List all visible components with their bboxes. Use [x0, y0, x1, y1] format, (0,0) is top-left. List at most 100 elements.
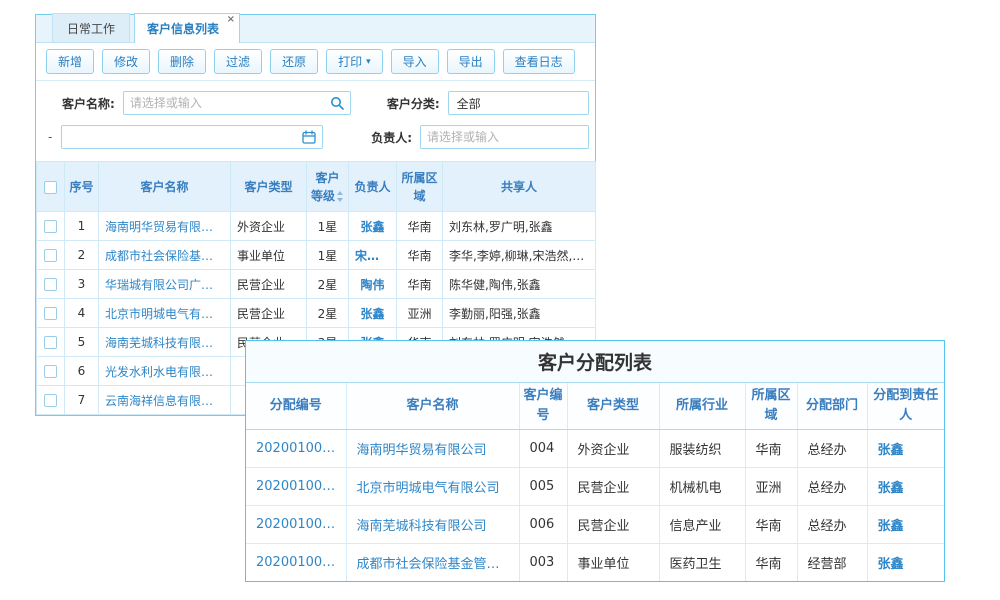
calendar-icon[interactable] — [302, 130, 316, 144]
cell-name[interactable]: 海南芜城科技有限公司 — [346, 505, 519, 543]
cell-dept: 总经办 — [797, 467, 867, 505]
col-header-type[interactable]: 客户类型 — [231, 162, 307, 212]
customer-category-value: 全部 — [457, 95, 481, 112]
cell-name[interactable]: 北京市明城电气有限公司 — [99, 299, 231, 328]
cell-shared: 李华,李婷,柳琳,宋浩然,张鑫 — [443, 241, 596, 270]
row-checkbox[interactable] — [44, 278, 57, 291]
row-checkbox[interactable] — [44, 394, 57, 407]
cell-id[interactable]: 2020010005 — [246, 467, 346, 505]
row-checkbox[interactable] — [44, 249, 57, 262]
cell-level: 2星 — [307, 299, 349, 328]
cell-name[interactable]: 海南芜城科技有限公司 — [99, 328, 231, 357]
col-header-name[interactable]: 客户名称 — [99, 162, 231, 212]
restore-button[interactable]: 还原 — [270, 49, 318, 74]
customer-category-select[interactable]: 全部 — [448, 91, 589, 115]
cell-region: 华南 — [745, 505, 797, 543]
col-header-region[interactable]: 所属区域 — [397, 162, 443, 212]
cell-assignee[interactable]: 张鑫 — [867, 543, 944, 581]
customer-name-input[interactable] — [124, 96, 330, 110]
cell-shared: 刘东林,罗广明,张鑫 — [443, 212, 596, 241]
checkbox-cell — [37, 357, 65, 386]
col-header-industry: 所属行业 — [659, 383, 745, 429]
print-button[interactable]: 打印 ▾ — [326, 49, 383, 74]
row-checkbox[interactable] — [44, 365, 57, 378]
cell-industry: 信息产业 — [659, 505, 745, 543]
new-button[interactable]: 新增 — [46, 49, 94, 74]
search-icon[interactable] — [330, 96, 344, 110]
date-input[interactable] — [62, 130, 302, 144]
owner-input[interactable] — [421, 130, 588, 144]
table-row: 4北京市明城电气有限公司民营企业2星张鑫亚洲李勤丽,阳强,张鑫 — [37, 299, 596, 328]
cell-name[interactable]: 华瑞城有限公司广告设计部 — [99, 270, 231, 299]
allocation-panel-title: 客户分配列表 — [246, 341, 944, 383]
export-button[interactable]: 导出 — [447, 49, 495, 74]
cell-id[interactable]: 2020010006 — [246, 429, 346, 467]
cell-owner[interactable]: 陶伟 — [349, 270, 397, 299]
cell-region: 亚洲 — [397, 299, 443, 328]
cell-id[interactable]: 2020010001 — [246, 543, 346, 581]
cell-region: 华南 — [397, 212, 443, 241]
cell-region: 华南 — [397, 241, 443, 270]
cell-no: 3 — [65, 270, 99, 299]
cell-type: 外资企业 — [231, 212, 307, 241]
cell-dept: 总经办 — [797, 429, 867, 467]
filter-button[interactable]: 过滤 — [214, 49, 262, 74]
tab-daily-work[interactable]: 日常工作 — [52, 13, 130, 42]
cell-cno: 006 — [519, 505, 567, 543]
cell-owner[interactable]: 宋浩然 — [349, 241, 397, 270]
checkbox-cell — [37, 270, 65, 299]
row-checkbox[interactable] — [44, 336, 57, 349]
toolbar: 新增 修改 删除 过滤 还原 打印 ▾ 导入 导出 查看日志 — [36, 43, 595, 81]
cell-type: 事业单位 — [567, 543, 659, 581]
table-row: 2020010006海南明华贸易有限公司004外资企业服装纺织华南总经办张鑫 — [246, 429, 944, 467]
cell-name[interactable]: 成都市社会保险基金管理... — [99, 241, 231, 270]
cell-type: 事业单位 — [231, 241, 307, 270]
cell-assignee[interactable]: 张鑫 — [867, 467, 944, 505]
col-header-owner[interactable]: 负责人 — [349, 162, 397, 212]
cell-name[interactable]: 云南海祥信息有限公司 — [99, 386, 231, 415]
allocation-table-header-row: 分配编号 客户名称 客户编号 客户类型 所属行业 所属区域 分配部门 分配到责任… — [246, 383, 944, 429]
filter-row-2: - 负责人: — [42, 123, 589, 151]
cell-name[interactable]: 海南明华贸易有限公司 — [99, 212, 231, 241]
checkbox-cell — [37, 212, 65, 241]
table-row: 2020010001成都市社会保险基金管理...003事业单位医药卫生华南经营部… — [246, 543, 944, 581]
col-header-no[interactable]: 序号 — [65, 162, 99, 212]
tab-bar: 日常工作 客户信息列表 × — [36, 15, 595, 43]
allocation-table: 分配编号 客户名称 客户编号 客户类型 所属行业 所属区域 分配部门 分配到责任… — [246, 383, 944, 581]
table-row: 2成都市社会保险基金管理...事业单位1星宋浩然华南李华,李婷,柳琳,宋浩然,张… — [37, 241, 596, 270]
cell-assignee[interactable]: 张鑫 — [867, 429, 944, 467]
cell-name[interactable]: 海南明华贸易有限公司 — [346, 429, 519, 467]
cell-cno: 005 — [519, 467, 567, 505]
cell-id[interactable]: 2020010004 — [246, 505, 346, 543]
delete-button[interactable]: 删除 — [158, 49, 206, 74]
cell-name[interactable]: 北京市明城电气有限公司 — [346, 467, 519, 505]
customer-category-label: 客户分类: — [387, 95, 440, 112]
select-all-checkbox[interactable] — [44, 181, 57, 194]
close-icon[interactable]: × — [227, 14, 235, 25]
checkbox-cell — [37, 386, 65, 415]
row-checkbox[interactable] — [44, 307, 57, 320]
cell-region: 亚洲 — [745, 467, 797, 505]
cell-no: 1 — [65, 212, 99, 241]
cell-type: 外资企业 — [567, 429, 659, 467]
cell-no: 6 — [65, 357, 99, 386]
cell-assignee[interactable]: 张鑫 — [867, 505, 944, 543]
cell-owner[interactable]: 张鑫 — [349, 299, 397, 328]
cell-owner[interactable]: 张鑫 — [349, 212, 397, 241]
cell-no: 2 — [65, 241, 99, 270]
sort-icon[interactable] — [336, 191, 344, 202]
col-header-level[interactable]: 客户等级 — [307, 162, 349, 212]
cell-industry: 医药卫生 — [659, 543, 745, 581]
cell-cno: 003 — [519, 543, 567, 581]
cell-name[interactable]: 成都市社会保险基金管理... — [346, 543, 519, 581]
import-button[interactable]: 导入 — [391, 49, 439, 74]
edit-button[interactable]: 修改 — [102, 49, 150, 74]
view-log-button[interactable]: 查看日志 — [503, 49, 575, 74]
col-header-shared[interactable]: 共享人 — [443, 162, 596, 212]
row-checkbox[interactable] — [44, 220, 57, 233]
cell-name[interactable]: 光发水利水电有限公司 — [99, 357, 231, 386]
tab-label: 客户信息列表 — [147, 22, 219, 36]
cell-type: 民营企业 — [231, 299, 307, 328]
tab-customer-info-list[interactable]: 客户信息列表 × — [134, 13, 240, 43]
cell-industry: 服装纺织 — [659, 429, 745, 467]
